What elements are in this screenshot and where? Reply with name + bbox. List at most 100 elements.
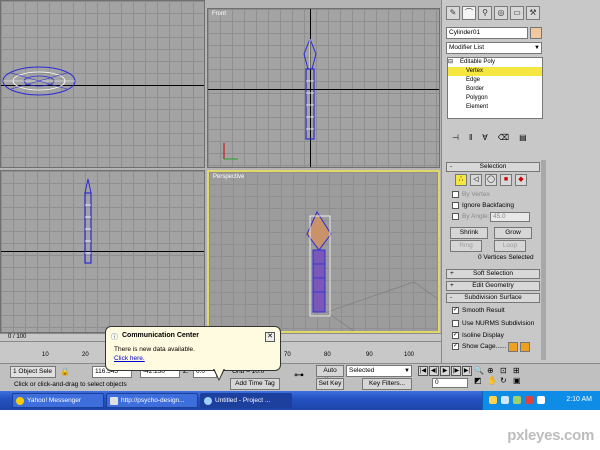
create-tab-icon[interactable]: ✎: [446, 6, 460, 20]
chevron-down-icon: ▼: [404, 368, 410, 374]
key-filters-button[interactable]: Key Filters...: [362, 378, 412, 390]
utilities-tab-icon[interactable]: ⚒: [526, 6, 540, 20]
ignore-backfacing-checkbox[interactable]: Ignore Backfacing: [452, 202, 514, 209]
taskbar: Yahoo! Messenger http://psycho-design...…: [0, 391, 600, 410]
stack-item-editable-poly[interactable]: ⊟ Editable Poly: [448, 58, 542, 67]
tray-icon[interactable]: [501, 396, 509, 404]
show-cage-checkbox[interactable]: ✓ Show Cage......: [452, 343, 506, 350]
close-icon[interactable]: ✕: [265, 332, 275, 342]
perspective-viewport[interactable]: Perspective: [207, 170, 440, 333]
by-vertex-checkbox[interactable]: By Vertex: [452, 191, 490, 198]
zoom-extents-all-icon[interactable]: ⊞: [513, 366, 525, 375]
smooth-result-checkbox[interactable]: ✓ Smooth Result: [452, 307, 505, 314]
stack-item-polygon[interactable]: Polygon: [448, 94, 542, 103]
configure-sets-icon[interactable]: ▤: [519, 133, 527, 142]
tray-icon[interactable]: [525, 396, 533, 404]
tray-icon[interactable]: [513, 396, 521, 404]
orbit-icon[interactable]: ↻: [500, 376, 512, 385]
grow-button[interactable]: Grow: [494, 227, 532, 239]
object-color-swatch[interactable]: [530, 27, 542, 39]
pin-stack-icon[interactable]: ⊣: [452, 133, 459, 142]
left-viewport[interactable]: [0, 170, 205, 333]
zoom-all-icon[interactable]: ⊕: [487, 366, 499, 375]
watermark: pxleyes.com: [507, 427, 594, 444]
taskbar-item-3dsmax[interactable]: Untitled - Project ...: [200, 393, 292, 408]
cage-color-swatch[interactable]: [508, 342, 518, 352]
selection-rollout-header[interactable]: - Selection: [446, 162, 540, 172]
modifier-stack: ⊟ Editable Poly Vertex Edge Border Polygo…: [447, 57, 543, 119]
subdivision-surface-rollout-header[interactable]: - Subdivision Surface: [446, 293, 540, 303]
play-icon[interactable]: ▶: [440, 366, 450, 376]
modify-tab-icon[interactable]: ⌒: [462, 6, 476, 20]
go-to-start-icon[interactable]: |◀: [418, 366, 428, 376]
vertex-level-icon[interactable]: ∴: [455, 174, 467, 186]
front-viewport[interactable]: Front: [207, 8, 440, 168]
auto-key-button[interactable]: Auto Key: [316, 365, 344, 384]
angle-spinner[interactable]: 45.0: [490, 212, 530, 222]
system-tray: 2:10 AM: [482, 391, 600, 410]
stack-item-element[interactable]: Element: [448, 103, 542, 112]
remove-modifier-icon[interactable]: ⌫: [498, 133, 509, 142]
soft-selection-rollout-header[interactable]: + Soft Selection: [446, 269, 540, 279]
display-tab-icon[interactable]: ▭: [510, 6, 524, 20]
selection-status: 0 Vertices Selected: [478, 254, 534, 261]
tray-icon[interactable]: [537, 396, 545, 404]
key-mode-dropdown[interactable]: Selected ▼: [346, 365, 412, 377]
next-frame-icon[interactable]: |▶: [451, 366, 461, 376]
command-panel-tabs: ✎ ⌒ ⚲ ◎ ▭ ⚒: [446, 6, 540, 20]
show-end-result-icon[interactable]: ‖: [469, 133, 472, 142]
edit-geometry-rollout-header[interactable]: + Edit Geometry: [446, 281, 540, 291]
loop-button[interactable]: Loop: [494, 240, 526, 252]
frame-counter: 0 / 100: [8, 334, 27, 340]
border-level-icon[interactable]: ◯: [485, 174, 497, 186]
3dsmax-window: Front Perspective ✎ ⌒ ⚲ ◎ ▭ ⚒ Cylinder01…: [0, 0, 600, 410]
ring-button[interactable]: Ring: [450, 240, 482, 252]
stack-item-border[interactable]: Border: [448, 85, 542, 94]
polygon-level-icon[interactable]: ■: [500, 174, 512, 186]
cage-selection-color-swatch[interactable]: [520, 342, 530, 352]
modifier-list-label: Modifier List: [449, 44, 485, 51]
key-mode-icon[interactable]: ⊶: [294, 370, 304, 381]
isoline-display-checkbox[interactable]: ✓ Isoline Display: [452, 332, 504, 339]
left-view-object: [84, 178, 92, 264]
taskbar-item-yahoo-messenger[interactable]: Yahoo! Messenger: [12, 393, 104, 408]
stack-item-vertex[interactable]: Vertex: [448, 67, 542, 76]
object-name-field[interactable]: Cylinder01: [446, 27, 528, 39]
tray-icon[interactable]: [489, 396, 497, 404]
zoom-extents-icon[interactable]: ⊡: [500, 366, 512, 375]
yahoo-messenger-icon: [16, 397, 24, 405]
panel-scrollbar[interactable]: [541, 160, 546, 360]
modifier-list-dropdown[interactable]: Modifier List ▼: [446, 42, 542, 54]
field-of-view-icon[interactable]: ◩: [474, 376, 486, 385]
communication-center-link[interactable]: Click here.: [114, 355, 145, 362]
status-bar: 1 Object Sele 🔒 116.545 -42.230 Z: 0.0 G…: [0, 363, 600, 391]
add-time-tag-button[interactable]: Add Time Tag: [230, 378, 280, 390]
by-angle-checkbox[interactable]: By Angle:: [452, 213, 489, 220]
set-key-button[interactable]: Set Key: [316, 378, 344, 390]
pan-icon[interactable]: ✋: [487, 376, 499, 385]
motion-tab-icon[interactable]: ◎: [494, 6, 508, 20]
element-level-icon[interactable]: ◆: [515, 174, 527, 186]
browser-icon: [110, 397, 118, 405]
use-nurms-checkbox[interactable]: Use NURMS Subdivision: [452, 320, 534, 327]
go-to-end-icon[interactable]: ▶|: [462, 366, 472, 376]
zoom-icon[interactable]: 🔍: [474, 366, 486, 375]
maximize-viewport-icon[interactable]: ▣: [513, 376, 525, 385]
top-viewport[interactable]: [0, 0, 205, 168]
current-frame-field[interactable]: 0: [432, 378, 468, 388]
collapse-icon: ⊟: [448, 59, 454, 65]
viewport-nav-icons: 🔍 ⊕ ⊡ ⊞ ◩ ✋ ↻ ▣: [474, 366, 525, 385]
hierarchy-tab-icon[interactable]: ⚲: [478, 6, 492, 20]
subobject-level-icons: ∴ ◁ ◯ ■ ◆: [455, 174, 527, 186]
tick-label: 90: [366, 352, 373, 358]
communication-center-icon: ⓘ: [111, 334, 118, 341]
selection-count-field: 1 Object Sele: [10, 366, 56, 378]
make-unique-icon[interactable]: ∀: [482, 133, 487, 142]
stack-item-edge[interactable]: Edge: [448, 76, 542, 85]
tick-label: 100: [404, 352, 415, 358]
edge-level-icon[interactable]: ◁: [470, 174, 482, 186]
taskbar-item-browser[interactable]: http://psycho-design...: [106, 393, 198, 408]
previous-frame-icon[interactable]: ◀|: [429, 366, 439, 376]
lock-selection-icon[interactable]: 🔒: [60, 367, 70, 376]
shrink-button[interactable]: Shrink: [450, 227, 488, 239]
